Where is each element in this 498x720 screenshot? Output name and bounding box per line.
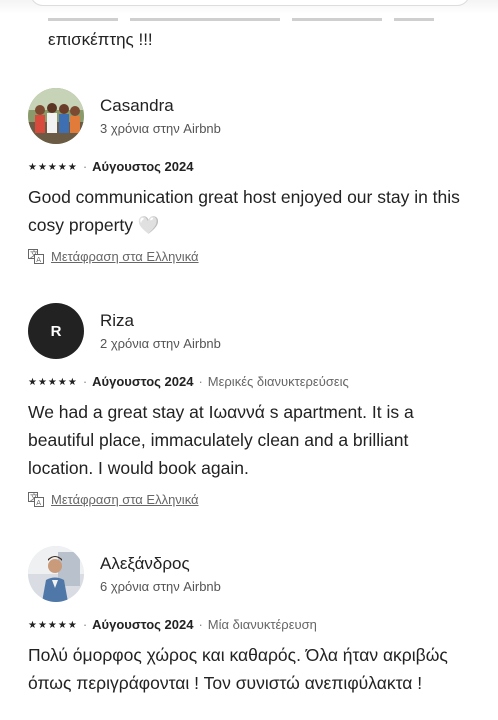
svg-text:A: A [36, 256, 41, 264]
review-date: Αύγουστος 2024 [92, 617, 194, 632]
avatar[interactable]: R [28, 303, 84, 359]
previous-review-cut-line [48, 18, 458, 26]
reviewer-name[interactable]: Casandra [100, 96, 174, 116]
avatar[interactable] [28, 546, 84, 602]
reviewer-name[interactable]: Riza [100, 311, 134, 331]
review-date: Αύγουστος 2024 [92, 159, 194, 174]
person-photo-icon [28, 546, 84, 602]
top-search-bar[interactable] [30, 0, 470, 6]
group-photo-icon [28, 88, 84, 144]
rating-stars-icon: ★★★★★ [28, 620, 78, 631]
separator-dot: · [82, 617, 88, 632]
translate-icon: 文 A [28, 492, 44, 507]
svg-text:A: A [36, 499, 41, 507]
separator-dot: · [198, 374, 203, 389]
rating-stars-icon: ★★★★★ [28, 377, 78, 388]
review-text: Πολύ όμορφος χώρος και καθαρός. Όλα ήταν… [28, 645, 448, 693]
review-meta: ★★★★★ · Αύγουστος 2024 · Μερικές διανυκτερεύ… [28, 374, 349, 389]
previous-review-text-tail: επισκέπτης !!! [48, 30, 153, 49]
review-text: Good communication great host enjoyed ou… [28, 187, 460, 235]
stay-type: Μερικές διανυκτερεύσεις [207, 374, 349, 389]
rating-stars-icon: ★★★★★ [28, 162, 78, 173]
translate-link[interactable]: 文 A Μετάφραση στα Ελληνικά [28, 249, 199, 264]
translate-label[interactable]: Μετάφραση στα Ελληνικά [51, 492, 199, 507]
stay-type: Μία διανυκτέρευση [207, 617, 317, 632]
review-meta: ★★★★★ · Αύγουστος 2024 [28, 159, 193, 174]
reviewer-name[interactable]: Αλεξάνδρος [100, 554, 190, 574]
review-text: We had a great stay at Ιωαννά s apartmen… [28, 402, 414, 478]
reviewer-tenure: 6 χρόνια στην Airbnb [100, 579, 221, 594]
reviewer-tenure: 3 χρόνια στην Airbnb [100, 121, 221, 136]
translate-icon: 文 A [28, 249, 44, 264]
separator-dot: · [82, 159, 88, 174]
translate-link[interactable]: 文 A Μετάφραση στα Ελληνικά [28, 492, 199, 507]
translate-label[interactable]: Μετάφραση στα Ελληνικά [51, 249, 199, 264]
separator-dot: · [198, 617, 203, 632]
reviewer-tenure: 2 χρόνια στην Airbnb [100, 336, 221, 351]
review-meta: ★★★★★ · Αύγουστος 2024 · Μία διανυκτέρευση [28, 617, 317, 632]
avatar[interactable] [28, 88, 84, 144]
review-date: Αύγουστος 2024 [92, 374, 194, 389]
separator-dot: · [82, 374, 88, 389]
